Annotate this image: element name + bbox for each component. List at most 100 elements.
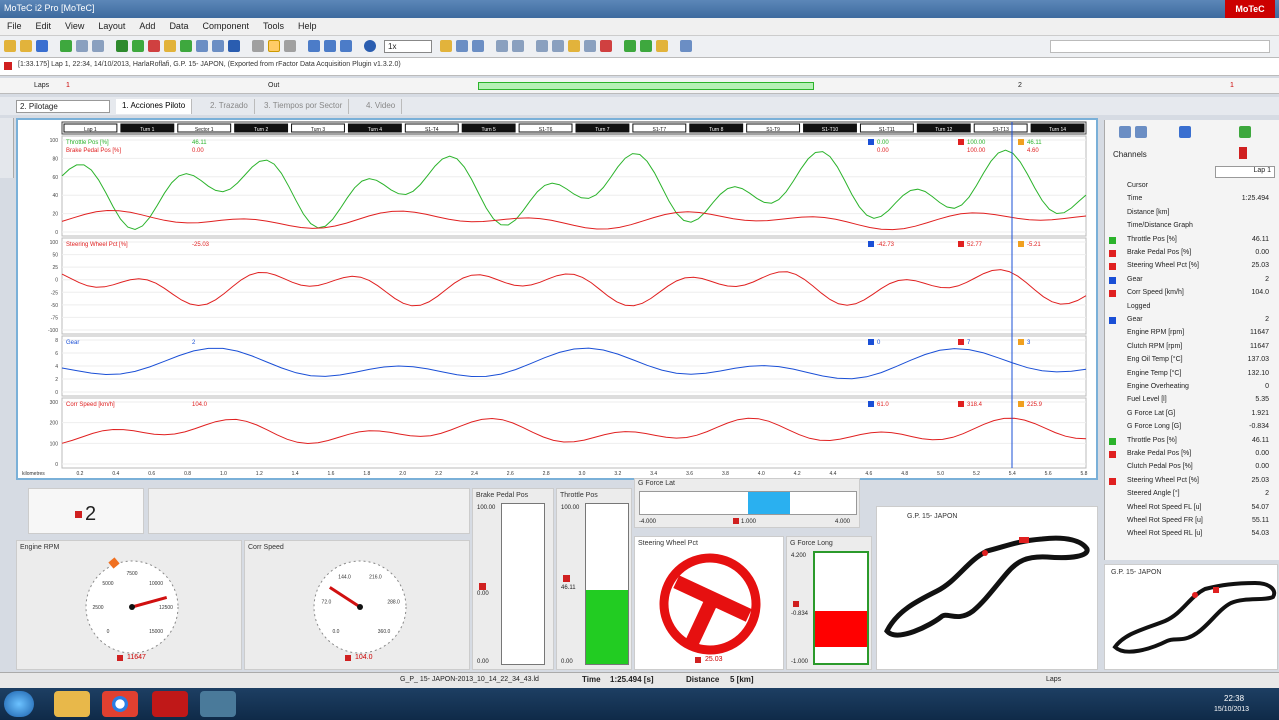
zoom-out-icon[interactable] — [512, 40, 524, 52]
tab-trazado[interactable]: 2. Trazado — [204, 99, 255, 114]
play-icon[interactable] — [60, 40, 72, 52]
laps-bar[interactable]: Laps 1 Out 2 1 — [0, 78, 1279, 94]
math-icon[interactable] — [148, 40, 160, 52]
channel-row[interactable]: Clutch RPM [rpm] 11647 — [1107, 341, 1279, 354]
channel-row[interactable]: Brake Pedal Pos [%] 0.00 — [1107, 448, 1279, 461]
section-label: S1-T7 — [653, 127, 667, 133]
start-button[interactable] — [4, 691, 34, 717]
grid-icon[interactable] — [116, 40, 128, 52]
channel-label: Steering Wheel Pct [%] — [66, 242, 128, 248]
channel-row[interactable]: Gear 2 — [1107, 274, 1279, 287]
channel-row[interactable]: Steering Wheel Pct [%] 25.03 — [1107, 260, 1279, 273]
export-icon[interactable] — [92, 40, 104, 52]
menu-data[interactable]: Data — [162, 18, 195, 34]
channel-row[interactable]: Clutch Pedal Pos [%] 0.00 — [1107, 461, 1279, 474]
channel-row[interactable]: Time/Distance Graph — [1107, 220, 1279, 233]
view-icon[interactable] — [1119, 126, 1131, 138]
wrench-icon[interactable] — [640, 40, 652, 52]
layout-icon[interactable] — [212, 40, 224, 52]
menu-edit[interactable]: Edit — [29, 18, 59, 34]
check-icon[interactable] — [180, 40, 192, 52]
fit-x-icon[interactable] — [552, 40, 564, 52]
channel-row[interactable]: Eng Oil Temp [°C] 137.03 — [1107, 354, 1279, 367]
save-icon[interactable] — [36, 40, 48, 52]
cursor-icon[interactable] — [252, 40, 264, 52]
menu-help[interactable]: Help — [291, 18, 324, 34]
channel-row[interactable]: Throttle Pos [%] 46.11 — [1107, 234, 1279, 247]
channel-row[interactable]: Fuel Level [l] 5.35 — [1107, 394, 1279, 407]
explorer-icon[interactable] — [54, 691, 90, 717]
marker-icon[interactable] — [440, 40, 452, 52]
zoom-box-icon[interactable] — [268, 40, 280, 52]
channel-row[interactable]: Logged — [1107, 301, 1279, 314]
print-icon[interactable] — [76, 40, 88, 52]
app-taskbar-icon[interactable] — [200, 691, 236, 717]
channel-row[interactable]: Wheel Rot Speed RL [u] 54.03 — [1107, 528, 1279, 541]
pen-icon[interactable] — [164, 40, 176, 52]
channel-row[interactable]: Brake Pedal Pos [%] 0.00 — [1107, 247, 1279, 260]
search-icon[interactable] — [364, 40, 376, 52]
menu-add[interactable]: Add — [132, 18, 162, 34]
motec-taskbar-icon[interactable] — [152, 691, 188, 717]
menu-component[interactable]: Component — [195, 18, 256, 34]
channel-row[interactable]: Engine Temp [°C] 132.10 — [1107, 368, 1279, 381]
menu-view[interactable]: View — [58, 18, 91, 34]
time-distance-graph[interactable]: Lap 1 Turn 1 Sector 1 Turn 2 Turn 3 Turn 4 S1-… — [16, 118, 1098, 480]
pan-icon[interactable] — [284, 40, 296, 52]
filter-icon[interactable] — [340, 40, 352, 52]
tab-acciones-piloto[interactable]: 1. Acciones Piloto — [116, 99, 193, 114]
fit-icon[interactable] — [536, 40, 548, 52]
window-icon[interactable] — [196, 40, 208, 52]
toolbar: 1x — [0, 36, 1279, 58]
lock-icon[interactable] — [456, 40, 468, 52]
channel-add-icon[interactable] — [1239, 126, 1251, 138]
globe-icon[interactable] — [228, 40, 240, 52]
list-icon[interactable] — [1179, 126, 1191, 138]
table-icon[interactable] — [584, 40, 596, 52]
channel-icon[interactable] — [132, 40, 144, 52]
tools-icon[interactable] — [624, 40, 636, 52]
channel-row[interactable]: Engine Overheating 0 — [1107, 381, 1279, 394]
channel-row[interactable]: Gear 2 — [1107, 314, 1279, 327]
channel-row[interactable]: Corr Speed [km/h] 104.0 — [1107, 287, 1279, 300]
delete-icon[interactable] — [600, 40, 612, 52]
options-icon[interactable] — [656, 40, 668, 52]
channel-row[interactable]: Cursor — [1107, 180, 1279, 193]
channel-row[interactable]: Wheel Rot Speed FL [u] 54.07 — [1107, 502, 1279, 515]
zoom-in-icon[interactable] — [496, 40, 508, 52]
menu-file[interactable]: File — [0, 18, 29, 34]
open-icon[interactable] — [4, 40, 16, 52]
glat-color-icon — [733, 518, 739, 524]
prev-lap-icon[interactable] — [308, 40, 320, 52]
next-lap-icon[interactable] — [324, 40, 336, 52]
channel-row[interactable]: Distance [km] — [1107, 207, 1279, 220]
channel-row[interactable]: Throttle Pos [%] 46.11 — [1107, 435, 1279, 448]
channel-row[interactable]: Steering Wheel Pct [%] 25.03 — [1107, 475, 1279, 488]
channel-name: Gear — [1127, 316, 1143, 323]
chrome-icon[interactable] — [102, 691, 138, 717]
side-panel-toggle[interactable] — [0, 118, 14, 178]
search-box[interactable] — [1050, 40, 1270, 53]
channel-row[interactable]: G Force Long [G] -0.834 — [1107, 421, 1279, 434]
bookmark-icon[interactable] — [568, 40, 580, 52]
channel-row[interactable]: Time 1:25.494 — [1107, 193, 1279, 206]
graph-canvas[interactable]: Lap 1 Turn 1 Sector 1 Turn 2 Turn 3 Turn 4 S1-… — [18, 120, 1096, 478]
menu-layout[interactable]: Layout — [91, 18, 132, 34]
workbook-select[interactable]: 2. Pilotage — [16, 100, 110, 113]
menu-tools[interactable]: Tools — [256, 18, 291, 34]
folder-icon[interactable] — [20, 40, 32, 52]
channel-row[interactable]: Engine RPM [rpm] 11647 — [1107, 327, 1279, 340]
dial-tick-label: 15000 — [149, 629, 163, 635]
zoom-select[interactable]: 1x — [384, 40, 432, 53]
channel-row[interactable]: Steered Angle [°] 2 — [1107, 488, 1279, 501]
view-icon[interactable] — [1135, 126, 1147, 138]
lap-range-selector[interactable] — [478, 82, 814, 90]
unlock-icon[interactable] — [472, 40, 484, 52]
channel-row[interactable]: G Force Lat [G] 1.921 — [1107, 408, 1279, 421]
lap-select[interactable]: Lap 1 — [1215, 166, 1275, 178]
channel-row[interactable]: Wheel Rot Speed FR [u] 55.11 — [1107, 515, 1279, 528]
tab-tiempos-por-sector[interactable]: 3. Tiempos por Sector — [258, 99, 350, 114]
tab-video[interactable]: 4. Video — [360, 99, 403, 114]
x-tick-label: 3.2 — [614, 471, 621, 477]
help-icon[interactable] — [680, 40, 692, 52]
